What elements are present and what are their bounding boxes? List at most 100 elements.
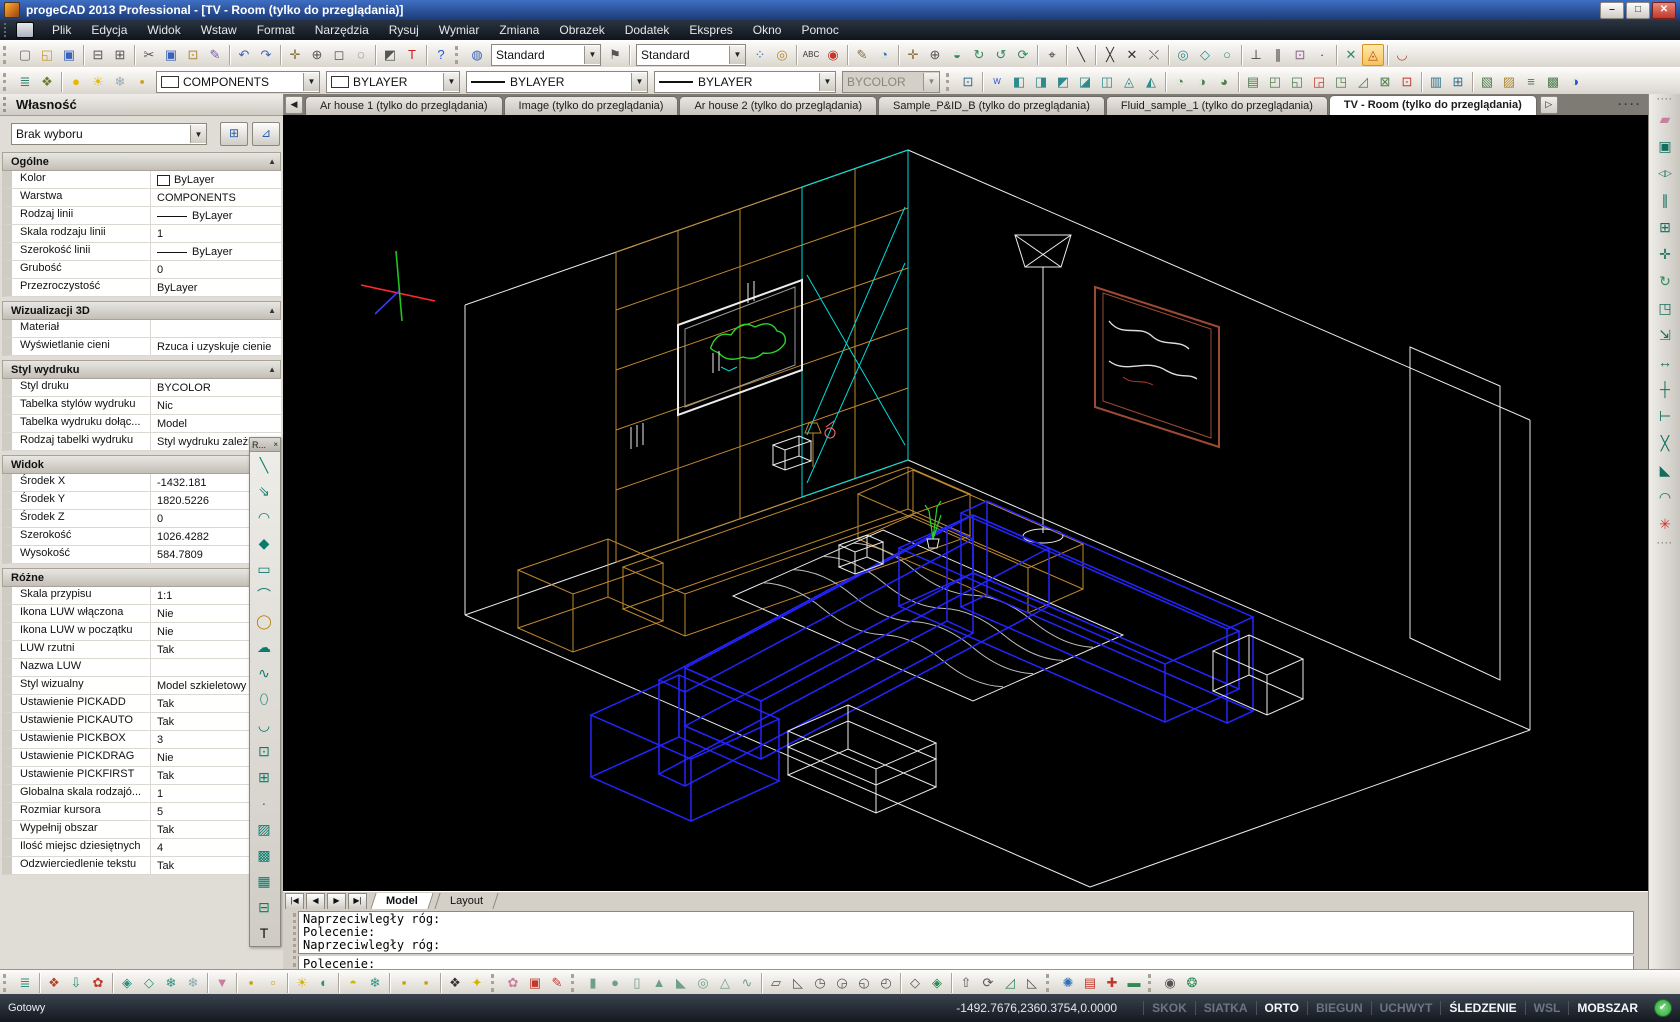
ellipse-arc-icon[interactable]: ◡ bbox=[250, 712, 278, 738]
snap-apparent-icon[interactable]: ✕ bbox=[1121, 44, 1143, 66]
menu-item-okno[interactable]: Okno bbox=[743, 21, 792, 39]
property-value[interactable]: 0 bbox=[151, 261, 281, 278]
orbit-free-icon[interactable]: ◔ bbox=[1169, 71, 1191, 93]
document-tab[interactable]: Sample_P&ID_B (tylko do przeglądania) bbox=[878, 96, 1105, 115]
section-header[interactable]: Styl wydruku▲ bbox=[2, 360, 281, 379]
snap-midpoint-icon[interactable]: ╲ bbox=[1070, 44, 1092, 66]
command-window-grip[interactable] bbox=[285, 913, 296, 967]
menu-item-widok[interactable]: Widok bbox=[137, 21, 190, 39]
toggle-orto[interactable]: ORTO bbox=[1256, 1001, 1307, 1015]
view-top-icon[interactable]: ◧ bbox=[1008, 71, 1030, 93]
toolbar-grip[interactable] bbox=[455, 46, 463, 64]
menu-item-obrazek[interactable]: Obrazek bbox=[549, 21, 614, 39]
menu-item-format[interactable]: Format bbox=[247, 21, 305, 39]
minimize-button[interactable]: – bbox=[1600, 2, 1624, 19]
render-globe-icon[interactable]: ◔ bbox=[873, 44, 895, 66]
render-hide-icon[interactable]: ▥ bbox=[1425, 71, 1447, 93]
layer-states-2-icon[interactable]: ❖ bbox=[444, 972, 466, 994]
scale-icon[interactable]: ◳ bbox=[1651, 295, 1679, 322]
toolbar-grip[interactable] bbox=[1148, 974, 1156, 992]
layer-lock-2-icon[interactable]: ▪ bbox=[240, 972, 262, 994]
scenes-icon[interactable]: ≡ bbox=[1520, 71, 1542, 93]
property-value[interactable]: Model bbox=[151, 415, 281, 432]
lights-icon[interactable]: ▨ bbox=[1498, 71, 1520, 93]
render-shade-icon[interactable]: ⊞ bbox=[1447, 71, 1469, 93]
layer-delete-icon[interactable]: ❄ bbox=[364, 972, 386, 994]
solid-cylinder-icon[interactable]: ▯ bbox=[626, 972, 648, 994]
toggle-mobszar[interactable]: MOBSZAR bbox=[1568, 1001, 1646, 1015]
snap-quadrant-icon[interactable]: ◇ bbox=[1194, 44, 1216, 66]
solid-section-icon[interactable]: ◿ bbox=[1352, 71, 1374, 93]
property-value[interactable]: 1 bbox=[151, 225, 281, 242]
mesh-edge-icon[interactable]: ◴ bbox=[875, 972, 897, 994]
chevron-down-icon[interactable]: ▼ bbox=[190, 125, 206, 143]
text-color-icon[interactable]: T bbox=[401, 44, 423, 66]
document-tab[interactable]: Ar house 2 (tylko do przeglądania) bbox=[679, 96, 877, 115]
solid-box-view-icon[interactable]: ▤ bbox=[1242, 71, 1264, 93]
solid-pyramid-icon[interactable]: △ bbox=[714, 972, 736, 994]
property-value[interactable]: Rzuca i uzyskuje cienie bbox=[151, 338, 281, 355]
toolbar-overflow-handle[interactable]: ···· bbox=[1649, 538, 1680, 550]
pan-hand-icon[interactable]: ✛ bbox=[902, 44, 924, 66]
layer-combo[interactable]: COMPONENTS ▼ bbox=[156, 71, 320, 93]
coffee-table-wireframe[interactable] bbox=[788, 635, 1303, 813]
menu-item-plik[interactable]: Plik bbox=[42, 21, 81, 39]
section-header[interactable]: Ogólne▲ bbox=[2, 152, 281, 171]
point-icon[interactable]: ∙ bbox=[250, 790, 278, 816]
tab-nav-first-button[interactable]: |◀ bbox=[285, 893, 304, 910]
property-value[interactable]: Nic bbox=[151, 397, 281, 414]
mesh-revolve-icon[interactable]: ◷ bbox=[809, 972, 831, 994]
tab-nav-previous-button[interactable]: ◀ bbox=[306, 893, 325, 910]
offset-icon[interactable]: ∥ bbox=[1651, 187, 1679, 214]
orbit-continuous-icon[interactable]: ◑ bbox=[1191, 71, 1213, 93]
document-tab[interactable]: Fluid_sample_1 (tylko do przeglądania) bbox=[1106, 96, 1328, 115]
snap-node-icon[interactable]: ∙ bbox=[1311, 44, 1333, 66]
layer-on-icon[interactable]: ● bbox=[65, 71, 87, 93]
tool-palettes-icon[interactable]: ✿ bbox=[502, 972, 524, 994]
erase-icon[interactable]: ▰ bbox=[1651, 106, 1679, 133]
layer-freeze-icon[interactable]: ❄ bbox=[109, 71, 131, 93]
section-2-icon[interactable]: ◺ bbox=[1021, 972, 1043, 994]
chevron-down-icon[interactable]: ▼ bbox=[303, 73, 319, 91]
layer-settings-2-icon[interactable]: ✦ bbox=[466, 972, 488, 994]
layer-match-icon[interactable]: ❖ bbox=[43, 972, 65, 994]
solid-subtract-icon[interactable]: ◱ bbox=[1286, 71, 1308, 93]
layout-tab-layout[interactable]: Layout bbox=[434, 893, 498, 909]
materials-icon[interactable]: ▧ bbox=[1476, 71, 1498, 93]
mirror-icon[interactable]: ◁▷ bbox=[1651, 160, 1679, 187]
solid-intersect-icon[interactable]: ◲ bbox=[1308, 71, 1330, 93]
fillet-icon[interactable]: ◠ bbox=[1651, 484, 1679, 511]
select-entities-button[interactable]: ⊞ bbox=[220, 122, 248, 146]
toolbar-grip[interactable] bbox=[946, 73, 954, 91]
quick-select-icon[interactable]: ◎ bbox=[771, 44, 793, 66]
solid-box-icon[interactable]: ▮ bbox=[582, 972, 604, 994]
image-frame-icon[interactable]: ▣ bbox=[524, 972, 546, 994]
layer-walk-icon[interactable]: ✿ bbox=[87, 972, 109, 994]
zoom-realtime-icon[interactable]: ⊕ bbox=[306, 44, 328, 66]
layer-thaw-icon[interactable]: ☀ bbox=[87, 71, 109, 93]
solid-slice-icon[interactable]: ◳ bbox=[1330, 71, 1352, 93]
menu-item-wstaw[interactable]: Wstaw bbox=[191, 21, 247, 39]
property-value[interactable] bbox=[151, 320, 281, 337]
find-text-icon[interactable]: ◉ bbox=[822, 44, 844, 66]
light-list-icon[interactable]: ▤ bbox=[1079, 972, 1101, 994]
revolve-2-icon[interactable]: ⟳ bbox=[977, 972, 999, 994]
redo-icon[interactable]: ↷ bbox=[255, 44, 277, 66]
view-right-icon[interactable]: ◪ bbox=[1074, 71, 1096, 93]
section-header[interactable]: Widok▲ bbox=[2, 455, 281, 474]
print-preview-icon[interactable]: ⊞ bbox=[109, 44, 131, 66]
selection-combo[interactable]: Brak wyboru ▼ bbox=[11, 123, 207, 145]
view-bottom-icon[interactable]: ◨ bbox=[1030, 71, 1052, 93]
view-front-icon[interactable]: ◫ bbox=[1096, 71, 1118, 93]
solid-torus-icon[interactable]: ◎ bbox=[692, 972, 714, 994]
maximize-button[interactable]: □ bbox=[1626, 2, 1650, 19]
surface-edge-icon[interactable]: ◺ bbox=[787, 972, 809, 994]
rectangle-icon[interactable]: ▭ bbox=[250, 556, 278, 582]
layer-previous-icon[interactable]: ≣ bbox=[14, 972, 36, 994]
zoom-rt-1-icon[interactable]: ↻ bbox=[968, 44, 990, 66]
view-left-icon[interactable]: ◩ bbox=[1052, 71, 1074, 93]
plot-icon[interactable]: ⊟ bbox=[87, 44, 109, 66]
polygon-icon[interactable]: ◆ bbox=[250, 530, 278, 556]
close-button[interactable]: ✕ bbox=[1652, 2, 1676, 19]
trim-icon[interactable]: ┼ bbox=[1651, 376, 1679, 403]
